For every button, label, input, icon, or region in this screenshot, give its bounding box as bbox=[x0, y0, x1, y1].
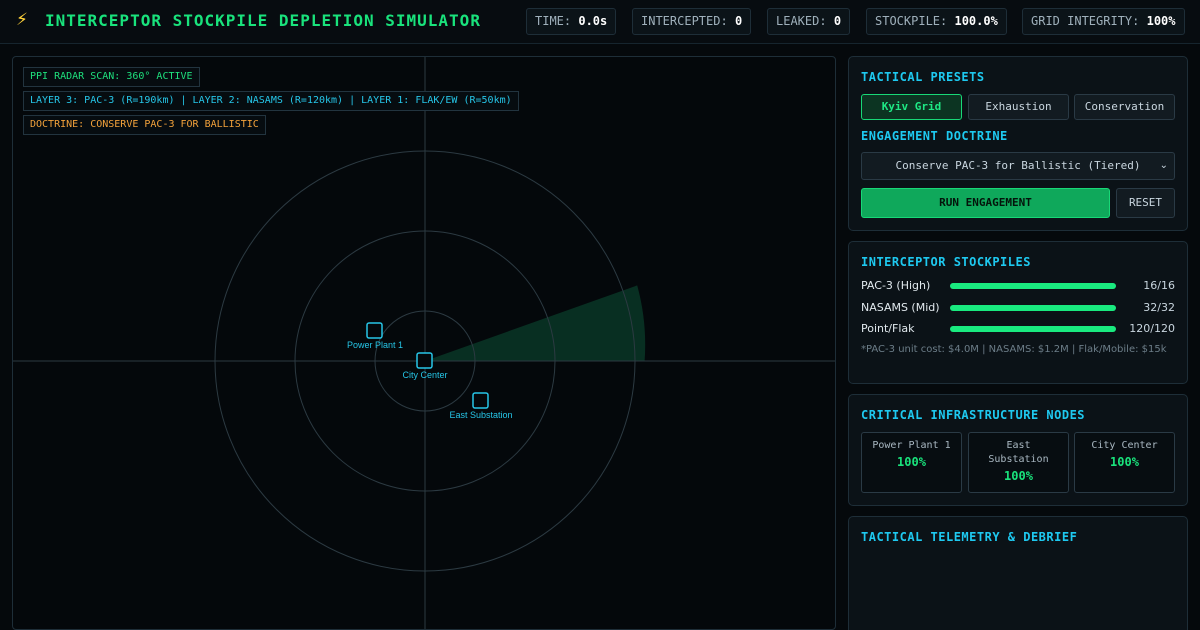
infra-node-power-plant: Power Plant 1 100% bbox=[861, 432, 962, 493]
infra-node-integrity: 100% bbox=[1004, 469, 1033, 483]
doctrine-select[interactable]: Conserve PAC-3 for Ballistic (Tiered) ⌄ bbox=[861, 152, 1175, 180]
infra-node-name: Power Plant 1 bbox=[872, 440, 951, 451]
unit-cost-note: *PAC-3 unit cost: $4.0M | NASAMS: $1.2M … bbox=[861, 344, 1167, 355]
stockpile-row-pac3: PAC-3 (High) 16/16 bbox=[861, 279, 1175, 295]
stockpile-count: 120/120 bbox=[1129, 322, 1175, 335]
stockpile-name: Point/Flak bbox=[861, 322, 915, 335]
stockpiles-card: INTERCEPTOR STOCKPILES PAC-3 (High) 16/1… bbox=[848, 241, 1188, 384]
stockpile-row-flak: Point/Flak 120/120 bbox=[861, 322, 1175, 338]
node-marker-east-substation[interactable] bbox=[472, 392, 489, 409]
preset-exhaustion-button[interactable]: Exhaustion bbox=[968, 94, 1069, 120]
node-label-city-center: City Center bbox=[402, 370, 447, 380]
infra-node-name: City Center bbox=[1091, 440, 1158, 451]
stockpile-row-nasams: NASAMS (Mid) 32/32 bbox=[861, 301, 1175, 317]
infra-node-name: East Substation bbox=[988, 440, 1049, 465]
stat-time: TIME: 0.0s bbox=[526, 8, 617, 35]
preset-conservation-button[interactable]: Conservation bbox=[1074, 94, 1175, 120]
stockpiles-title: INTERCEPTOR STOCKPILES bbox=[861, 255, 1031, 269]
top-header: ⚡ INTERCEPTOR STOCKPILE DEPLETION SIMULA… bbox=[0, 0, 1200, 44]
stockpile-bar-fill bbox=[950, 305, 1116, 311]
stockpile-bar-track bbox=[950, 326, 1116, 332]
doctrine-title: ENGAGEMENT DOCTRINE bbox=[861, 129, 1008, 143]
stockpile-bar-track bbox=[950, 283, 1116, 289]
radar-panel[interactable]: Power Plant 1 City Center East Substatio… bbox=[12, 56, 836, 630]
reset-button[interactable]: RESET bbox=[1116, 188, 1175, 218]
radar-display[interactable]: Power Plant 1 City Center East Substatio… bbox=[13, 57, 836, 630]
infrastructure-title: CRITICAL INFRASTRUCTURE NODES bbox=[861, 408, 1086, 422]
node-marker-city-center[interactable] bbox=[416, 352, 433, 369]
stockpile-bar-fill bbox=[950, 326, 1116, 332]
infra-node-integrity: 100% bbox=[1110, 455, 1139, 469]
chevron-down-icon: ⌄ bbox=[1159, 160, 1168, 171]
stockpile-count: 16/16 bbox=[1143, 279, 1175, 292]
doctrine-select-value: Conserve PAC-3 for Ballistic (Tiered) bbox=[895, 159, 1141, 172]
node-label-east-substation: East Substation bbox=[449, 410, 512, 420]
stockpile-name: NASAMS (Mid) bbox=[861, 301, 940, 314]
defense-layers-tag: LAYER 3: PAC-3 (R=190km) | LAYER 2: NASA… bbox=[23, 91, 519, 111]
stockpile-name: PAC-3 (High) bbox=[861, 279, 931, 292]
stat-stockpile-value: 100.0% bbox=[954, 14, 998, 28]
stat-intercepted: INTERCEPTED: 0 bbox=[632, 8, 752, 35]
preset-kyiv-grid-button[interactable]: Kyiv Grid bbox=[861, 94, 962, 120]
stat-leaked: LEAKED: 0 bbox=[767, 8, 851, 35]
stockpile-bar-fill bbox=[950, 283, 1116, 289]
lightning-icon: ⚡ bbox=[16, 10, 28, 30]
doctrine-tag: DOCTRINE: CONSERVE PAC-3 FOR BALLISTIC bbox=[23, 115, 266, 135]
stat-time-value: 0.0s bbox=[578, 14, 608, 28]
run-engagement-button[interactable]: RUN ENGAGEMENT bbox=[861, 188, 1110, 218]
stat-grid-integrity: GRID INTEGRITY: 100% bbox=[1022, 8, 1185, 35]
stockpile-bar-track bbox=[950, 305, 1116, 311]
stat-intercepted-value: 0 bbox=[734, 14, 743, 28]
infra-node-integrity: 100% bbox=[897, 455, 926, 469]
app-title: INTERCEPTOR STOCKPILE DEPLETION SIMULATO… bbox=[45, 11, 481, 30]
stat-grid-integrity-value: 100% bbox=[1146, 14, 1176, 28]
telemetry-card: TACTICAL TELEMETRY & DEBRIEF bbox=[848, 516, 1188, 630]
telemetry-title: TACTICAL TELEMETRY & DEBRIEF bbox=[861, 530, 1078, 544]
stat-leaked-value: 0 bbox=[833, 14, 842, 28]
stat-stockpile: STOCKPILE: 100.0% bbox=[866, 8, 1007, 35]
stockpile-count: 32/32 bbox=[1143, 301, 1175, 314]
radar-scan-tag: PPI RADAR SCAN: 360° ACTIVE bbox=[23, 67, 200, 87]
infrastructure-card: CRITICAL INFRASTRUCTURE NODES Power Plan… bbox=[848, 394, 1188, 506]
infra-node-east-substation: East Substation 100% bbox=[968, 432, 1069, 493]
infra-node-city-center: City Center 100% bbox=[1074, 432, 1175, 493]
presets-card: TACTICAL PRESETS Kyiv Grid Exhaustion Co… bbox=[848, 56, 1188, 231]
presets-title: TACTICAL PRESETS bbox=[861, 70, 985, 84]
node-label-power-plant: Power Plant 1 bbox=[347, 340, 403, 350]
node-marker-power-plant[interactable] bbox=[366, 322, 383, 339]
